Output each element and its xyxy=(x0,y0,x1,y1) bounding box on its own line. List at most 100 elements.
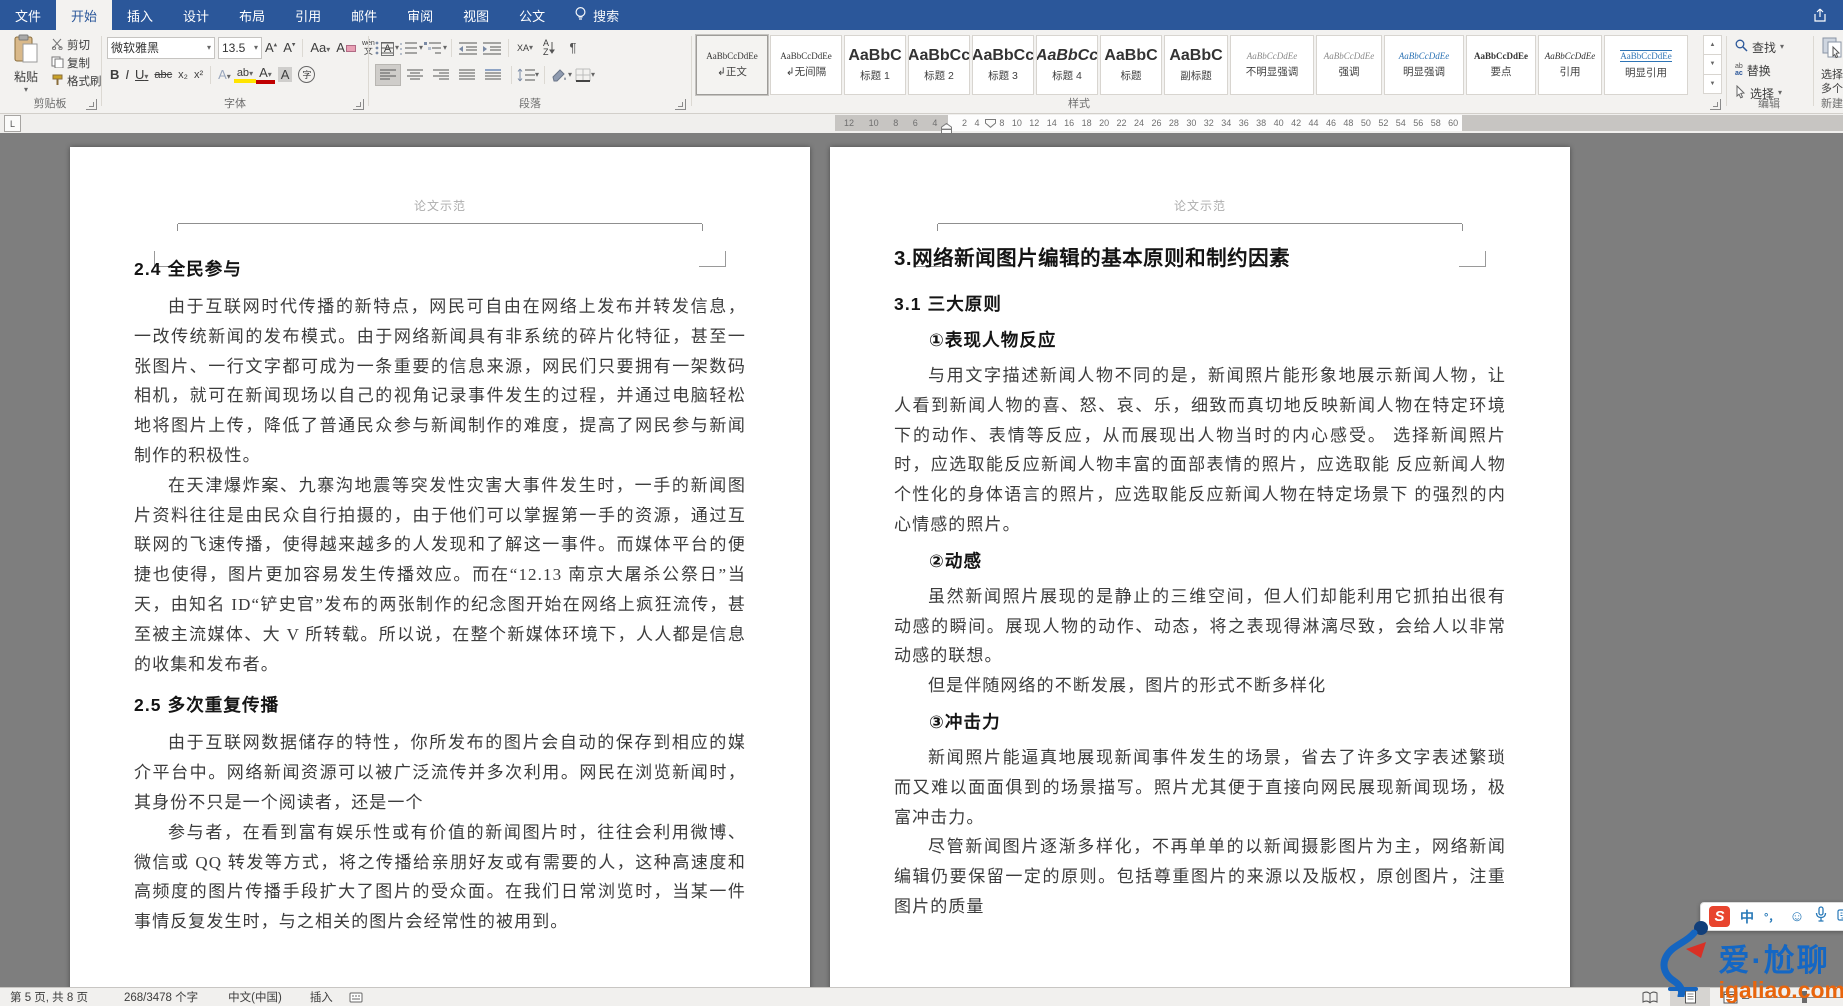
style-item-明显引用[interactable]: AaBbCcDdEe明显引用 xyxy=(1604,35,1688,95)
numbering-icon[interactable]: ▾ xyxy=(399,38,423,58)
multilevel-list-icon[interactable]: ▾ xyxy=(423,38,447,58)
style-item-标题 2[interactable]: AaBbCc标题 2 xyxy=(908,35,970,95)
style-item-引用[interactable]: AaBbCcDdEe引用 xyxy=(1538,35,1602,95)
clear-formatting-icon[interactable]: A xyxy=(333,40,359,55)
show-marks-icon[interactable]: ¶ xyxy=(561,38,585,58)
style-item-标题 1[interactable]: AaBbC标题 1 xyxy=(844,35,906,95)
right_page-p-3[interactable]: 与用文字描述新闻人物不同的是，新闻照片能形象地展示新闻人物，让人看到新闻人物的喜… xyxy=(894,361,1506,540)
left_page-p-1[interactable]: 由于互联网时代传播的新特点，网民可自由在网络上发布并转发信息，一改传统新闻的发布… xyxy=(134,292,746,471)
menu-tab-设计[interactable]: 设计 xyxy=(168,0,224,30)
align-center-icon[interactable] xyxy=(403,65,427,85)
right_page-h3-4[interactable]: ②动感 xyxy=(894,548,1506,574)
format-painter-button[interactable]: 格式刷 xyxy=(51,72,99,90)
document-area[interactable]: 论文示范 2.4 全民参与由于互联网时代传播的新特点，网民可自由在网络上发布并转… xyxy=(0,133,1843,988)
cut-button[interactable]: 剪切 xyxy=(51,36,99,54)
style-item-要点[interactable]: AaBbCcDdEe要点 xyxy=(1466,35,1536,95)
style-item-标题[interactable]: AaBbC标题 xyxy=(1100,35,1162,95)
left_page-h2-3[interactable]: 2.5 多次重复传播 xyxy=(134,692,746,718)
menu-tab-插入[interactable]: 插入 xyxy=(112,0,168,30)
menu-tab-引用[interactable]: 引用 xyxy=(280,0,336,30)
italic-icon[interactable]: I xyxy=(122,67,132,82)
line-spacing-icon[interactable]: ▾ xyxy=(516,65,540,85)
enclose-characters-icon[interactable]: 字 xyxy=(295,66,318,83)
style-item-正文[interactable]: AaBbCcDdEe↲正文 xyxy=(696,35,768,95)
left_page-h2-0[interactable]: 2.4 全民参与 xyxy=(134,256,746,282)
right_page-h2-1[interactable]: 3.1 三大原则 xyxy=(894,291,1506,317)
insert-mode-status[interactable]: 插入 xyxy=(310,989,333,1005)
clipboard-dialog-launcher[interactable] xyxy=(86,99,97,110)
justify-icon[interactable] xyxy=(455,65,479,85)
left_page-p-5[interactable]: 参与者，在看到富有娱乐性或有价值的新闻图片时，往往会利用微博、微信或 QQ 转发… xyxy=(134,818,746,937)
decrease-indent-icon[interactable] xyxy=(456,38,480,58)
page-5[interactable]: 论文示范 2.4 全民参与由于互联网时代传播的新特点，网民可自由在网络上发布并转… xyxy=(70,147,810,988)
right_page-p-8[interactable]: 新闻照片能逼真地展现新闻事件发生的场景，省去了许多文字表述繁琐而又难以面面俱到的… xyxy=(894,743,1506,832)
copy-button[interactable]: 复制 xyxy=(51,54,99,72)
borders-icon[interactable]: ▾ xyxy=(573,65,597,85)
page-5-content[interactable]: 2.4 全民参与由于互联网时代传播的新特点，网民可自由在网络上发布并转发信息，一… xyxy=(134,243,746,988)
horizontal-ruler[interactable]: L 12108642 24681012141618202224262830323… xyxy=(0,113,1843,133)
align-left-icon[interactable] xyxy=(375,64,401,86)
highlight-color-icon[interactable]: ab▾ xyxy=(234,67,256,83)
grow-font-icon[interactable]: A▴ xyxy=(262,40,280,55)
bullets-icon[interactable]: ▾ xyxy=(375,38,399,58)
styles-dialog-launcher[interactable] xyxy=(1710,99,1721,110)
page-6[interactable]: 论文示范 3.网络新闻图片编辑的基本原则和制约因素3.1 三大原则①表现人物反应… xyxy=(830,147,1570,988)
menu-tab-视图[interactable]: 视图 xyxy=(448,0,504,30)
underline-icon[interactable]: U▾ xyxy=(132,67,151,82)
distribute-icon[interactable] xyxy=(481,65,505,85)
right_page-h3-7[interactable]: ③冲击力 xyxy=(894,709,1506,735)
font-name-combo[interactable]: 微软雅黑 ▾ xyxy=(107,37,215,59)
style-item-无间隔[interactable]: AaBbCcDdEe↲无间隔 xyxy=(770,35,842,95)
tell-me-search[interactable]: 搜索 xyxy=(574,0,619,30)
gallery-down-icon[interactable]: ▼ xyxy=(1703,54,1722,74)
left_page-p-4[interactable]: 由于互联网数据储存的特性，你所发布的图片会自动的保存到相应的媒介平台中。网络新闻… xyxy=(134,728,746,817)
menu-tab-公文[interactable]: 公文 xyxy=(504,0,560,30)
style-item-标题 4[interactable]: AaBbCc标题 4 xyxy=(1036,35,1098,95)
superscript-icon[interactable]: x² xyxy=(191,69,206,81)
font-size-combo[interactable]: 13.5 ▾ xyxy=(218,37,262,59)
font-color-icon[interactable]: A▾ xyxy=(256,65,275,84)
language-status[interactable]: 中文(中国) xyxy=(228,989,282,1005)
strikethrough-icon[interactable]: abc xyxy=(151,69,175,81)
proofing-icon[interactable] xyxy=(349,992,363,1003)
align-right-icon[interactable] xyxy=(429,65,453,85)
right_page-p-9[interactable]: 尽管新闻图片逐渐多样化，不再单单的以新闻摄影图片为主，网络新闻编辑仍要保留一定的… xyxy=(894,832,1506,921)
right_page-p-5[interactable]: 虽然新闻照片展现的是静止的三维空间，但人们却能利用它抓拍出很有动感的瞬间。展现人… xyxy=(894,582,1506,671)
gallery-up-icon[interactable]: ▲ xyxy=(1703,35,1722,55)
font-dialog-launcher[interactable] xyxy=(353,99,364,110)
right_page-p-6[interactable]: 但是伴随网络的不断发展，图片的形式不断多样化 xyxy=(894,671,1506,701)
select-objects-icon[interactable] xyxy=(1822,37,1843,66)
style-item-强调[interactable]: AaBbCcDdEe强调 xyxy=(1316,35,1382,95)
character-shading-icon[interactable]: A xyxy=(275,67,296,82)
subscript-icon[interactable]: x₂ xyxy=(175,69,191,81)
gallery-more-icon[interactable]: ▼ xyxy=(1703,74,1722,94)
menu-tab-布局[interactable]: 布局 xyxy=(224,0,280,30)
bold-icon[interactable]: B xyxy=(107,67,122,82)
page-6-content[interactable]: 3.网络新闻图片编辑的基本原则和制约因素 3.1 三大原则 ①表现人物反应与用文字描… xyxy=(894,243,1506,988)
style-item-标题 3[interactable]: AaBbCc标题 3 xyxy=(972,35,1034,95)
find-button[interactable]: 查找 ▾ xyxy=(1735,37,1784,57)
right_page-h3-2[interactable]: ①表现人物反应 xyxy=(894,327,1506,353)
style-item-不明显强调[interactable]: AaBbCcDdEe不明显强调 xyxy=(1230,35,1314,95)
menu-tab-开始[interactable]: 开始 xyxy=(56,0,112,30)
asian-layout-icon[interactable]: XA▾ xyxy=(513,38,537,58)
share-icon[interactable] xyxy=(1811,7,1829,28)
first-line-indent-marker[interactable] xyxy=(985,115,996,133)
word-count-status[interactable]: 268/3478 个字 xyxy=(124,989,198,1005)
left-indent-marker[interactable] xyxy=(941,121,952,139)
right_page-h1-0[interactable]: 3.网络新闻图片编辑的基本原则和制约因素 xyxy=(894,243,1506,275)
menu-tab-文件[interactable]: 文件 xyxy=(0,0,56,30)
replace-button[interactable]: abac 替换 xyxy=(1735,60,1771,80)
page-number-status[interactable]: 第 5 页, 共 8 页 xyxy=(10,989,88,1005)
menu-tab-邮件[interactable]: 邮件 xyxy=(336,0,392,30)
text-effects-icon[interactable]: A▾ xyxy=(215,67,234,82)
paste-button[interactable]: 粘贴 ▾ xyxy=(4,35,48,93)
style-item-明显强调[interactable]: AaBbCcDdEe明显强调 xyxy=(1384,35,1464,95)
menu-tab-审阅[interactable]: 审阅 xyxy=(392,0,448,30)
increase-indent-icon[interactable] xyxy=(480,38,504,58)
tab-stop-selector[interactable]: L xyxy=(4,115,21,132)
style-item-副标题[interactable]: AaBbC副标题 xyxy=(1164,35,1228,95)
shading-icon[interactable]: ▾ xyxy=(549,65,573,85)
change-case-icon[interactable]: Aa▾ xyxy=(307,40,333,55)
shrink-font-icon[interactable]: A▾ xyxy=(280,40,298,55)
